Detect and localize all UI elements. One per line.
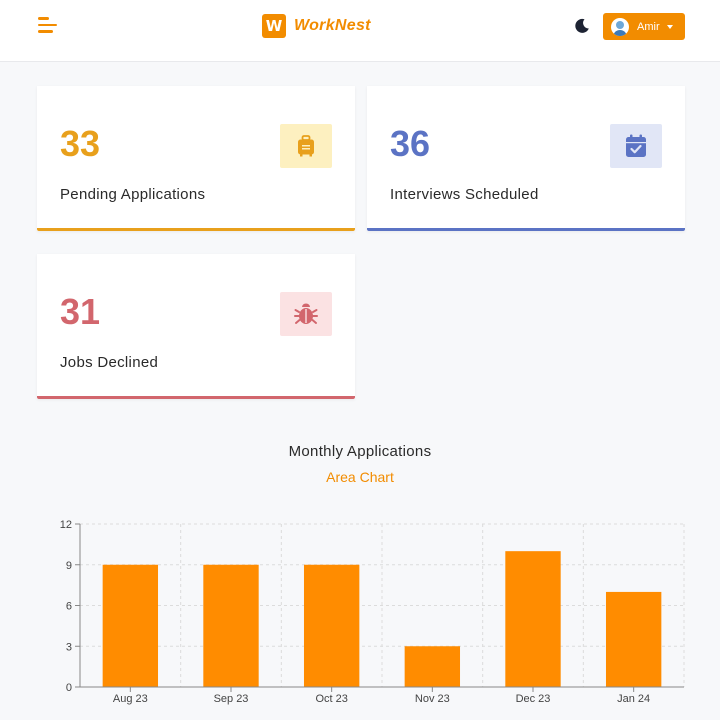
stat-label: Jobs Declined	[60, 354, 159, 371]
x-tick-label: Jan 24	[617, 693, 650, 705]
avatar	[611, 17, 629, 36]
y-tick-label: 9	[66, 560, 72, 572]
card-accent-bar	[367, 228, 685, 231]
user-menu-button[interactable]: Amir	[603, 13, 685, 40]
bar-oct-23	[303, 564, 360, 687]
stat-card-jobs-declined[interactable]: 31 Jobs Declined	[37, 254, 355, 399]
chart-title: Monthly Applications	[288, 443, 432, 460]
calendar-check-icon	[610, 124, 662, 168]
stat-card-interviews-scheduled[interactable]: 36 Interviews Scheduled	[367, 86, 685, 231]
card-accent-bar	[37, 228, 355, 231]
bar-sep-23	[203, 564, 259, 687]
top-navbar: W WorkNest Amir	[0, 0, 720, 62]
dark-mode-moon-icon[interactable]	[574, 18, 590, 34]
chevron-down-icon	[666, 24, 673, 29]
bar-nov-23	[404, 646, 461, 687]
monthly-applications-bar-chart: 0 3 6 9 12 Aug 23 Sep 23 Oct 23 Nov 23 Dec 23 Jan …	[60, 519, 685, 705]
y-tick-label: 3	[66, 641, 72, 653]
x-tick-label: Aug 23	[113, 693, 148, 705]
bar-jan-24	[605, 591, 662, 687]
y-tick-label: 12	[60, 519, 72, 531]
brand-name: WorkNest	[294, 17, 371, 34]
stat-card-pending-applications[interactable]: 33 Pending Applications	[37, 86, 355, 231]
bar-dec-23	[505, 551, 561, 687]
suitcase-icon	[280, 124, 332, 168]
bug-icon	[280, 292, 332, 336]
stat-label: Pending Applications	[60, 186, 206, 203]
menu-toggle-icon[interactable]	[38, 17, 58, 35]
user-name: Amir	[637, 20, 660, 33]
x-tick-label: Oct 23	[315, 693, 347, 705]
y-tick-label: 0	[66, 682, 72, 694]
x-tick-label: Sep 23	[214, 693, 249, 705]
card-accent-bar	[37, 396, 355, 399]
stat-value: 31	[60, 291, 101, 332]
stat-value: 36	[390, 123, 431, 164]
stat-label: Interviews Scheduled	[390, 186, 539, 203]
y-tick-label: 6	[66, 601, 72, 613]
x-tick-label: Dec 23	[516, 693, 551, 705]
brand-logo-icon: W	[262, 14, 286, 38]
stat-value: 33	[60, 123, 101, 164]
x-tick-label: Nov 23	[415, 693, 450, 705]
bar-aug-23	[102, 564, 159, 687]
chart-subtitle: Area Chart	[326, 469, 394, 485]
brand[interactable]: W WorkNest	[262, 14, 371, 38]
